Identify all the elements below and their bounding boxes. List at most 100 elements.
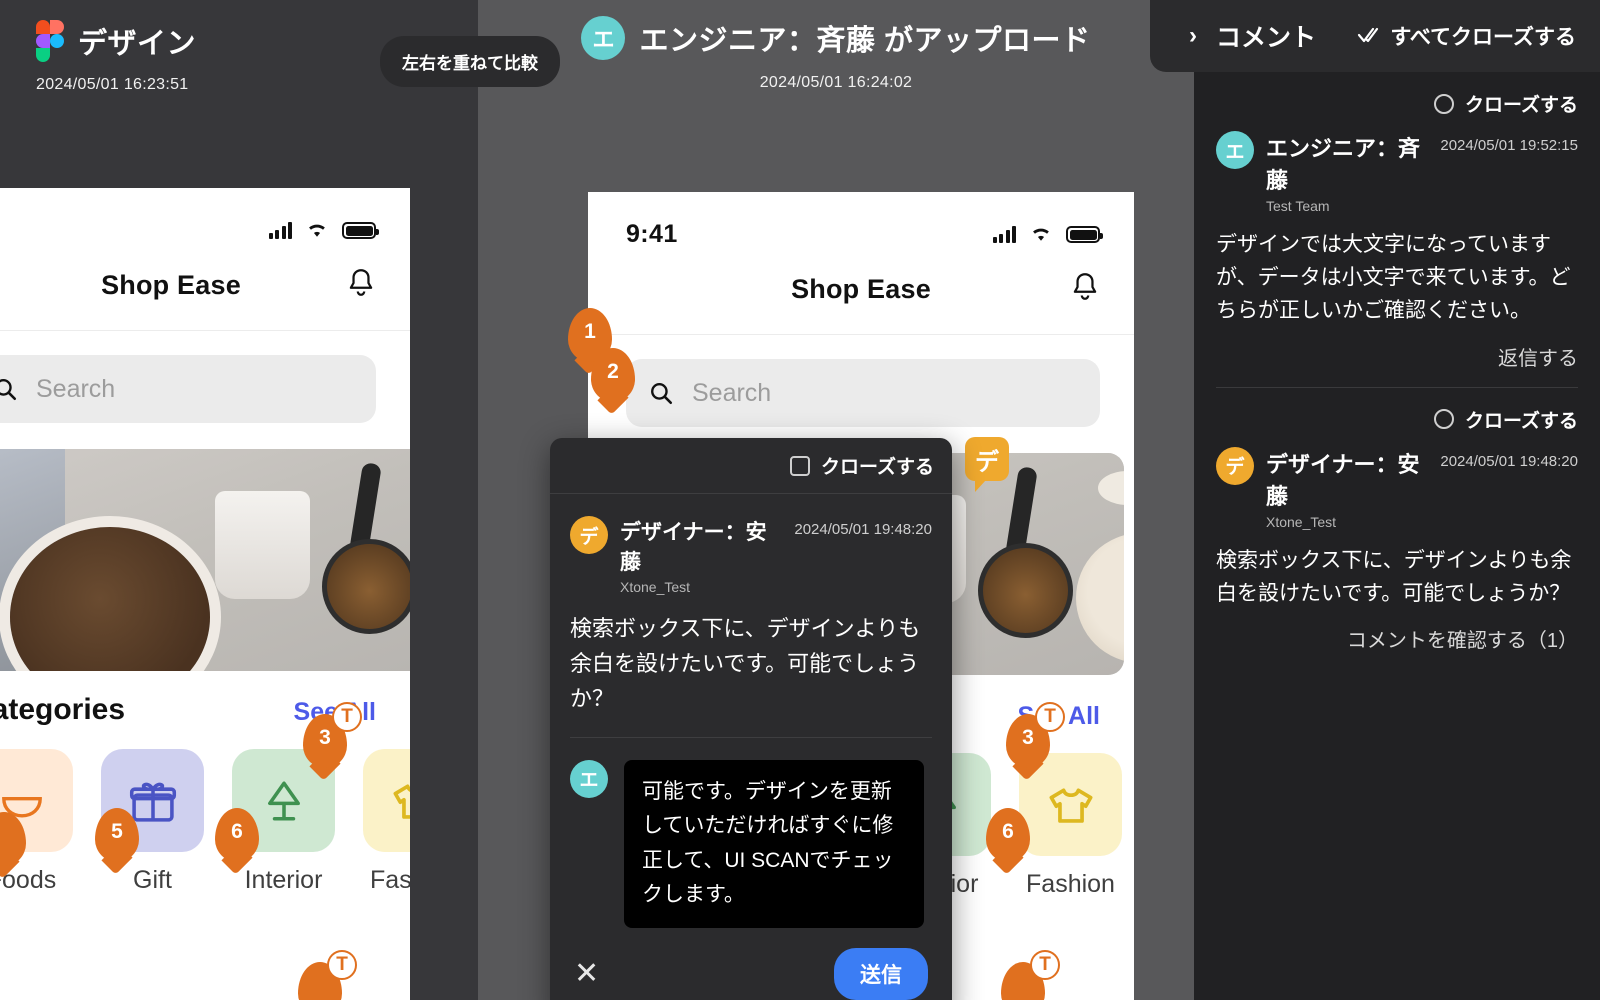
popup-header: クローズする	[550, 438, 952, 494]
center-pane-header: エ エンジニア：斉藤 がアップロード 2024/05/01 16:24:02	[478, 0, 1194, 92]
popup-close-checkbox[interactable]: クローズする	[789, 452, 934, 479]
bell-icon[interactable]	[346, 267, 376, 304]
phone-search-wrap-left: Search	[0, 331, 410, 423]
pin-number: 2	[607, 360, 619, 383]
comment-confirm-link[interactable]: コメントを確認する（1）	[1216, 624, 1578, 653]
pin-type-badge: T	[1035, 702, 1065, 732]
figma-logo-icon	[36, 20, 64, 62]
pin-type-badge: T	[1030, 950, 1060, 980]
category-label: Foods	[0, 866, 57, 894]
comment-author-avatar: デ	[1216, 446, 1254, 485]
popup-reply-row: エ 可能です。デザインを更新していただければすぐに修正して、UI SCANでチェ…	[550, 738, 952, 929]
center-pane-timestamp: 2024/05/01 16:24:02	[759, 74, 913, 91]
sidebar-comment-item: クローズする デ デザイナー：安藤 Xtone_Test 2024/05/01 …	[1216, 386, 1578, 669]
popup-author-team: Xtone_Test	[620, 579, 691, 595]
pin-number: 6	[1002, 820, 1014, 843]
left-pane-title: デザイン	[78, 28, 197, 60]
comment-author-name: デザイナー：安藤	[1266, 451, 1420, 509]
comment-text: デザインでは大文字になっていますが、データは小文字で来ています。どちらが正しいか…	[1216, 233, 1571, 323]
close-all-button[interactable]: すべてクローズする	[1357, 21, 1576, 51]
wifi-icon	[305, 222, 329, 239]
wifi-icon	[1029, 226, 1053, 243]
comment-pin-2[interactable]: 2	[591, 348, 635, 402]
cellular-signal-icon	[268, 222, 292, 239]
send-button[interactable]: 送信	[834, 948, 928, 1000]
popup-footer: ✕ 送信	[550, 928, 952, 1000]
comment-pin-6[interactable]: 6	[215, 808, 259, 862]
sidebar-title: コメント	[1216, 24, 1317, 52]
popup-close-label: クローズする	[820, 457, 934, 478]
comment-pin-6-center[interactable]: 6	[986, 808, 1030, 862]
search-input-center[interactable]: Search	[626, 359, 1100, 427]
comment-timestamp: 2024/05/01 19:52:15	[1440, 137, 1578, 154]
category-item[interactable]: Fashion	[1019, 753, 1122, 899]
popup-timestamp: 2024/05/01 19:48:20	[794, 521, 932, 538]
bell-icon[interactable]	[1070, 271, 1100, 308]
design-phone-mockup-left: 9:41 Shop Ease	[0, 188, 410, 1000]
battery-icon	[1066, 226, 1103, 243]
uploader-avatar: エ	[581, 16, 626, 60]
tshirt-icon	[393, 783, 410, 819]
status-time-center: 9:41	[626, 220, 678, 248]
comment-close-checkbox[interactable]: クローズする	[1433, 406, 1578, 433]
category-label: Fashion	[370, 866, 410, 894]
chevron-right-icon[interactable]: ›	[1170, 22, 1216, 50]
close-icon[interactable]: ✕	[574, 959, 599, 989]
comment-author-avatar: エ	[1216, 131, 1254, 169]
search-placeholder-left: Search	[36, 374, 116, 403]
comment-popup: クローズする デ デザイナー：安藤 Xtone_Test 2024/05/01 …	[550, 438, 952, 1000]
pin-number: 6	[231, 820, 243, 843]
pin-number: 5	[111, 820, 123, 843]
comment-close-label: クローズする	[1464, 95, 1578, 116]
popup-body: デ デザイナー：安藤 Xtone_Test 2024/05/01 19:48:2…	[550, 494, 952, 738]
app-root: デザイン 2024/05/01 16:23:51 9:41 Shop	[0, 0, 1600, 1000]
tshirt-icon	[1049, 787, 1092, 823]
double-check-icon	[1358, 27, 1379, 43]
comment-timestamp: 2024/05/01 19:48:20	[1440, 452, 1578, 470]
category-label: Interior	[244, 866, 323, 894]
app-title-center: Shop Ease	[791, 274, 931, 304]
section-title-left: Categories	[0, 693, 126, 726]
comments-sidebar: › コメント すべてクローズする クローズする エ エンジニア：斉藤 Test …	[1150, 0, 1600, 1000]
category-item[interactable]: Fashion	[363, 749, 410, 895]
battery-icon	[342, 222, 379, 239]
left-pane: デザイン 2024/05/01 16:23:51 9:41 Shop	[0, 0, 478, 1000]
comment-pin-5[interactable]: 5	[95, 808, 139, 862]
phone-status-bar-left: 9:41	[0, 188, 410, 245]
reply-input[interactable]: 可能です。デザインを更新していただければすぐに修正して、UI SCANでチェック…	[624, 759, 924, 929]
center-pane-title: エンジニア：斉藤 がアップロード	[639, 25, 1091, 57]
close-all-label: すべてクローズする	[1390, 26, 1576, 49]
comment-pin-3[interactable]: 3 T	[303, 702, 362, 768]
sidebar-comment-item: クローズする エ エンジニア：斉藤 Test Team 2024/05/01 1…	[1216, 72, 1578, 387]
checkbox-icon	[789, 455, 810, 476]
comment-author-team: Xtone_Test	[1266, 513, 1337, 530]
lamp-icon	[267, 781, 300, 820]
pin-type-badge: T	[327, 950, 357, 980]
sidebar-header: › コメント すべてクローズする	[1150, 0, 1600, 72]
comment-pin-bottom-left[interactable]: T	[298, 950, 357, 1000]
search-icon	[651, 383, 673, 405]
comment-close-label: クローズする	[1464, 410, 1578, 432]
search-placeholder-center: Search	[692, 378, 772, 407]
cellular-signal-icon	[992, 226, 1016, 243]
hero-image-left[interactable]	[0, 449, 410, 671]
category-label: Fashion	[1026, 870, 1115, 898]
designer-comment-marker[interactable]: デ	[965, 437, 1009, 492]
category-row-left: Foods Gift	[0, 727, 410, 895]
phone-nav-bar-left: Shop Ease	[0, 245, 410, 331]
comment-author-team: Test Team	[1266, 198, 1330, 214]
checkbox-icon	[1433, 93, 1454, 114]
comment-close-checkbox[interactable]: クローズする	[1433, 90, 1578, 117]
search-input-left[interactable]: Search	[0, 355, 376, 423]
comment-pin-3-center[interactable]: 3 T	[1006, 702, 1065, 768]
popup-author-name: デザイナー：安藤	[620, 521, 767, 574]
comment-pin-bottom-b[interactable]: T	[1001, 950, 1060, 1000]
phone-status-bar-center: 9:41	[588, 192, 1134, 249]
phone-search-wrap-center: Search	[588, 335, 1134, 427]
overlay-compare-button[interactable]: 左右を重ねて比較	[380, 36, 560, 87]
reply-author-avatar: エ	[570, 759, 608, 798]
comment-reply-link[interactable]: 返信する	[1216, 342, 1578, 371]
comment-author-name: エンジニア：斉藤	[1266, 136, 1421, 193]
search-icon	[0, 379, 17, 401]
comment-pin-4[interactable]	[0, 812, 26, 866]
